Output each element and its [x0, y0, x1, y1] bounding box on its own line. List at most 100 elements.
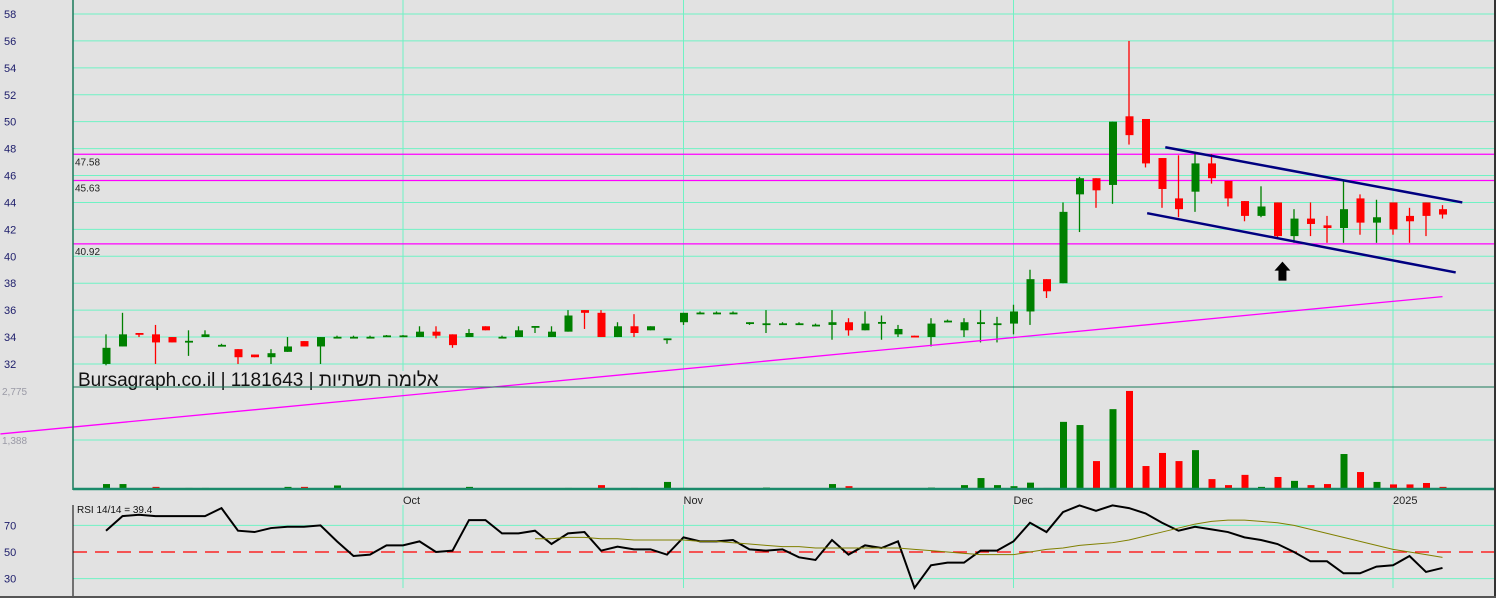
price-tick-label: 58: [4, 9, 16, 21]
candle-down: [432, 331, 441, 336]
candle-down: [251, 354, 259, 358]
price-tick-label: 46: [4, 171, 16, 183]
candle-up: [498, 336, 507, 339]
candle-down: [1356, 198, 1365, 223]
candle-up: [614, 326, 622, 338]
candle-up: [218, 344, 226, 347]
candle-up: [267, 353, 276, 358]
candle-down: [1092, 178, 1101, 191]
candle-up: [1010, 311, 1018, 324]
price-tick-label: 34: [4, 332, 16, 344]
price-tick-label: 32: [4, 359, 16, 371]
candle-down: [449, 334, 457, 346]
candle-down: [1422, 202, 1431, 216]
candle-down: [1406, 215, 1414, 222]
volume-bar: [977, 478, 985, 489]
candle-down: [845, 322, 853, 331]
candle-up: [894, 328, 903, 335]
candle-up: [746, 322, 754, 325]
candle-down: [1389, 202, 1398, 230]
volume-bar: [1241, 474, 1249, 489]
candle-down: [1158, 158, 1167, 189]
candle-down: [1125, 116, 1134, 136]
candle-down: [1439, 209, 1447, 215]
candle-up: [1257, 206, 1266, 216]
candle-down: [1307, 218, 1315, 224]
candle-down: [1274, 202, 1282, 237]
candle-up: [366, 336, 375, 339]
candle-up: [548, 331, 556, 338]
candle-up: [399, 335, 408, 338]
volume-bar: [1340, 454, 1348, 489]
candle-up: [729, 312, 738, 315]
volume-bar: [1208, 479, 1216, 489]
date-label: Oct: [403, 495, 420, 507]
candle-up: [284, 346, 292, 352]
candle-up: [927, 323, 936, 338]
price-tick-label: 40: [4, 251, 16, 263]
candle-down: [152, 334, 160, 343]
volume-tick-label: 1,388: [2, 436, 27, 447]
candle-up: [762, 323, 771, 326]
candle-down: [1043, 279, 1051, 292]
rsi-label: RSI 14/14 = 39.4: [77, 505, 153, 516]
volume-bar: [1175, 461, 1183, 489]
candle-down: [300, 341, 309, 347]
candle-up: [383, 335, 391, 338]
volume-bar: [1357, 472, 1364, 489]
candle-down: [135, 333, 144, 335]
candle-down: [597, 312, 606, 338]
volume-bar: [1159, 452, 1166, 489]
chart-background: [0, 0, 1496, 598]
candle-up: [779, 323, 787, 326]
candle-down: [1241, 201, 1249, 216]
volume-bar: [1060, 421, 1067, 489]
rsi-tick-label: 50: [4, 547, 16, 559]
volume-bar: [1192, 450, 1199, 489]
candle-up: [696, 312, 705, 315]
candle-up: [713, 312, 721, 315]
candle-up: [1076, 178, 1084, 195]
price-tick-label: 44: [4, 197, 16, 209]
candle-down: [1142, 118, 1150, 164]
candle-up: [350, 336, 358, 339]
volume-bar: [1093, 461, 1100, 489]
watermark: Bursagraph.co.il | 1181643 | אלומה תשתיו…: [78, 370, 439, 391]
candle-up: [1191, 163, 1200, 192]
candle-up: [1340, 209, 1348, 229]
price-tick-label: 36: [4, 305, 16, 317]
date-label: 2025: [1393, 495, 1417, 507]
candle-up: [333, 336, 342, 339]
candle-up: [515, 330, 523, 338]
candle-down: [1224, 180, 1233, 199]
candle-up: [680, 312, 688, 323]
price-tick-label: 48: [4, 144, 16, 156]
volume-bar: [1126, 390, 1133, 489]
candle-up: [960, 322, 969, 331]
rsi-tick-label: 30: [4, 574, 16, 586]
candle-up: [861, 323, 870, 331]
price-level-label: 47.58: [75, 157, 100, 168]
candle-down: [482, 326, 490, 331]
price-tick-label: 52: [4, 90, 16, 102]
candle-up: [828, 322, 837, 325]
price-tick-label: 50: [4, 117, 16, 129]
stock-chart: 32 34 36 38 40 42 44 46 48 50 52 54 56 58 47.58 45.63 4…: [0, 0, 1496, 598]
candle-up: [1059, 211, 1068, 284]
volume-bar: [1076, 425, 1084, 489]
candle-up: [465, 333, 474, 338]
price-tick-label: 56: [4, 36, 16, 48]
candle-up: [119, 334, 127, 347]
candle-down: [1208, 163, 1216, 179]
volume-bar: [1142, 466, 1150, 489]
candle-up: [531, 326, 540, 328]
price-level-label: 40.92: [75, 247, 100, 258]
candle-up: [795, 323, 804, 326]
volume-bar: [1109, 409, 1117, 489]
candle-down: [581, 310, 589, 313]
candle-up: [944, 320, 952, 323]
candle-up: [416, 331, 424, 338]
date-label: Nov: [684, 495, 704, 507]
candle-up: [878, 321, 886, 324]
price-tick-label: 38: [4, 278, 16, 290]
